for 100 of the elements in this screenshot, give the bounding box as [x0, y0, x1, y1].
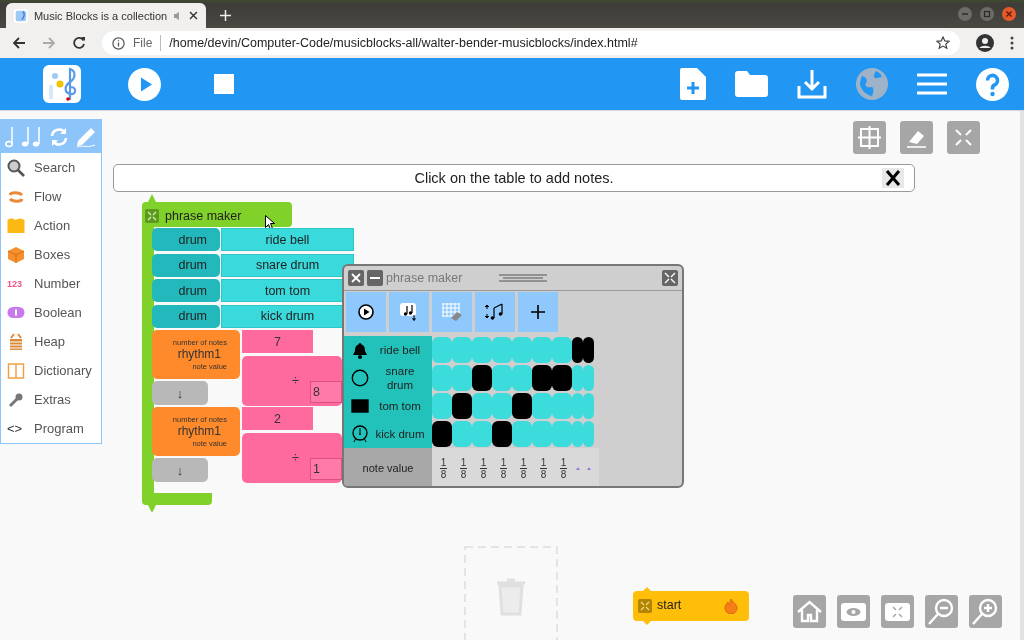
- note-cell[interactable]: [583, 337, 594, 363]
- refresh-icon[interactable]: [49, 126, 69, 147]
- eye-icon[interactable]: [837, 595, 870, 628]
- palette-item[interactable]: Boxes: [1, 240, 101, 269]
- number-block[interactable]: 1: [310, 458, 342, 480]
- notes-icon[interactable]: [21, 125, 43, 148]
- collapse-icon[interactable]: [947, 121, 980, 154]
- logo-icon[interactable]: [43, 65, 81, 103]
- pencil-icon[interactable]: [75, 125, 97, 148]
- number-block[interactable]: 7: [242, 330, 313, 353]
- home-icon[interactable]: [793, 595, 826, 628]
- palette-item[interactable]: Extras: [1, 385, 101, 414]
- note-cell[interactable]: [492, 365, 512, 391]
- play-icon[interactable]: [128, 67, 161, 101]
- note-value[interactable]: 1 8: [435, 456, 452, 480]
- folder-icon[interactable]: [735, 71, 768, 97]
- note-cell[interactable]: [512, 421, 532, 447]
- sort-button[interactable]: [475, 292, 515, 332]
- note-value[interactable]: 1 8: [535, 456, 552, 480]
- reload-icon[interactable]: [72, 36, 86, 50]
- maximize-icon[interactable]: [980, 7, 994, 21]
- note-value[interactable]: 1 8: [455, 456, 472, 480]
- note-value[interactable]: 1 8: [495, 456, 512, 480]
- note-cell[interactable]: [532, 365, 552, 391]
- close-icon[interactable]: [189, 11, 198, 20]
- close-icon[interactable]: [882, 168, 904, 188]
- grid-icon[interactable]: [853, 121, 886, 154]
- save-button[interactable]: [389, 292, 429, 332]
- palette-item[interactable]: 123 Number: [1, 269, 101, 298]
- note-value[interactable]: 1 8: [475, 456, 492, 480]
- note-cell[interactable]: [472, 421, 492, 447]
- palette-label: Flow: [34, 189, 62, 204]
- account-icon[interactable]: [976, 34, 994, 52]
- add-button[interactable]: [518, 292, 558, 332]
- hidden-block[interactable]: ↓: [152, 458, 208, 482]
- new-file-icon[interactable]: [680, 68, 706, 100]
- play-button[interactable]: [346, 292, 386, 332]
- note-cell[interactable]: [583, 421, 594, 447]
- expand-icon[interactable]: [662, 270, 678, 286]
- note-cell[interactable]: [432, 337, 452, 363]
- note-cell[interactable]: [452, 393, 472, 419]
- note-cell[interactable]: [512, 365, 532, 391]
- start-block[interactable]: [633, 587, 749, 625]
- drum-name-block[interactable]: snare drum: [221, 253, 354, 277]
- fit-screen-icon[interactable]: [881, 595, 914, 628]
- palette-label: Program: [34, 421, 84, 436]
- zoom-in-icon[interactable]: [969, 595, 1002, 628]
- note-cell[interactable]: [512, 393, 532, 419]
- star-icon[interactable]: [936, 36, 950, 50]
- circle-icon: [350, 369, 370, 387]
- drum-name-block[interactable]: ride bell: [221, 228, 354, 251]
- browser-tab[interactable]: Music Blocks is a collection: [6, 3, 206, 28]
- note-cell[interactable]: [492, 393, 512, 419]
- note-cell[interactable]: [432, 421, 452, 447]
- note-cell[interactable]: [452, 365, 472, 391]
- download-icon[interactable]: [797, 69, 827, 99]
- note-cell[interactable]: [492, 421, 512, 447]
- half-note-icon[interactable]: [5, 125, 15, 148]
- palette-item[interactable]: Flow: [1, 182, 101, 211]
- back-icon[interactable]: [12, 36, 26, 50]
- drum-block[interactable]: drum: [152, 253, 220, 277]
- note-cell[interactable]: [472, 393, 492, 419]
- note-cell[interactable]: [583, 393, 594, 419]
- note-cell[interactable]: [583, 365, 594, 391]
- collapse-icon[interactable]: [145, 209, 159, 223]
- palette-item[interactable]: Search: [1, 153, 101, 182]
- help-icon[interactable]: [976, 67, 1009, 101]
- message-text: Click on the table to add notes.: [414, 170, 614, 186]
- collapse-icon[interactable]: [638, 599, 652, 613]
- address-field[interactable]: File /home/devin/Computer-Code/musicblocks-all/walter-bender-musicblocks/index.html#: [102, 31, 960, 55]
- drag-handle-icon[interactable]: [499, 274, 548, 282]
- note-cell[interactable]: [472, 365, 492, 391]
- note-cell[interactable]: [572, 337, 583, 363]
- palette-item[interactable]: <> Program: [1, 414, 101, 443]
- palette-item[interactable]: Boolean: [1, 298, 101, 327]
- note-cell[interactable]: [432, 393, 452, 419]
- drum-block[interactable]: drum: [152, 279, 220, 302]
- number-block[interactable]: 8: [310, 381, 342, 403]
- palette-item[interactable]: Dictionary: [1, 356, 101, 385]
- palette-item[interactable]: Heap: [1, 327, 101, 356]
- drum-block[interactable]: drum: [152, 228, 220, 251]
- note-cell[interactable]: [552, 365, 572, 391]
- note-cell[interactable]: [572, 365, 583, 391]
- drum-block[interactable]: drum: [152, 304, 220, 328]
- note-cell[interactable]: [432, 365, 452, 391]
- zoom-out-icon[interactable]: [925, 595, 958, 628]
- note-cell[interactable]: [552, 337, 572, 363]
- new-tab-icon[interactable]: [220, 10, 231, 21]
- note-cell[interactable]: [452, 421, 472, 447]
- forward-icon[interactable]: [42, 36, 56, 50]
- note-value[interactable]: 1 8: [555, 456, 572, 480]
- minimize-icon[interactable]: [367, 270, 383, 286]
- eraser-icon[interactable]: [900, 121, 933, 154]
- hidden-block[interactable]: ↓: [152, 381, 208, 405]
- palette-item[interactable]: Action: [1, 211, 101, 240]
- note-cell[interactable]: [532, 393, 552, 419]
- number-block[interactable]: 2: [242, 407, 313, 430]
- menu-icon[interactable]: [1010, 36, 1014, 50]
- note-value[interactable]: 1 8: [515, 456, 532, 480]
- globe-icon[interactable]: [856, 68, 888, 100]
